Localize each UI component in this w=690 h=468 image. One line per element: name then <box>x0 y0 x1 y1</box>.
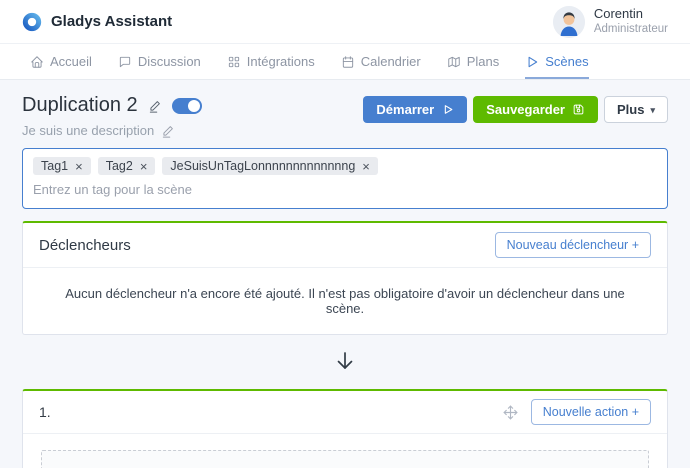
nav-label: Intégrations <box>246 54 315 69</box>
main-nav: Accueil Discussion Intégrations Calendri… <box>0 44 690 80</box>
move-handle-icon[interactable] <box>502 404 519 421</box>
gladys-logo-icon <box>22 12 42 32</box>
nav-label: Scènes <box>545 54 589 69</box>
remove-tag-icon[interactable]: × <box>362 160 370 173</box>
arrow-down-icon <box>337 352 353 369</box>
edit-title-icon[interactable] <box>148 99 162 113</box>
play-icon <box>525 55 539 69</box>
home-icon <box>30 55 44 69</box>
nav-label: Discussion <box>137 54 201 69</box>
tag-chip: Tag2 × <box>97 157 156 175</box>
play-icon <box>445 105 453 114</box>
nav-item-plans[interactable]: Plans <box>447 44 500 79</box>
new-trigger-button[interactable]: Nouveau déclencheur + <box>494 232 651 258</box>
save-scene-button[interactable]: Sauvegarder <box>473 96 598 123</box>
new-action-button[interactable]: Nouvelle action + <box>530 399 651 425</box>
triggers-title: Déclencheurs <box>39 236 131 254</box>
user-name: Corentin <box>593 6 643 22</box>
nav-item-scenes[interactable]: Scènes <box>525 44 589 79</box>
tag-chip: JeSuisUnTagLonnnnnnnnnnnnng × <box>162 157 378 175</box>
chevron-down-icon: ▾ <box>650 105 655 115</box>
app-title: Gladys Assistant <box>51 13 173 30</box>
scene-description: Je suis une description <box>22 123 155 138</box>
avatar <box>552 5 585 38</box>
user-menu[interactable]: Corentin Administrateur <box>552 5 668 38</box>
more-menu-button[interactable]: Plus ▾ <box>604 96 668 123</box>
edit-description-icon[interactable] <box>161 124 175 138</box>
nav-item-integrations[interactable]: Intégrations <box>227 44 315 79</box>
triggers-card: Déclencheurs Nouveau déclencheur + Aucun… <box>22 221 668 335</box>
scene-enabled-toggle[interactable] <box>171 97 202 114</box>
flow-arrow <box>22 335 668 383</box>
triggers-empty-message: Aucun déclencheur n'a encore été ajouté.… <box>65 286 625 316</box>
action-group-card: 1. Nouvelle action + <box>22 389 668 468</box>
page-title: Duplication 2 <box>22 94 138 116</box>
message-icon <box>118 55 132 69</box>
nav-label: Plans <box>466 54 500 69</box>
tag-chip: Tag1 × <box>33 157 91 175</box>
start-scene-button[interactable]: Démarrer <box>363 96 468 123</box>
nav-label: Accueil <box>50 54 92 69</box>
remove-tag-icon[interactable]: × <box>140 160 148 173</box>
nav-item-accueil[interactable]: Accueil <box>30 44 92 79</box>
nav-item-calendrier[interactable]: Calendrier <box>341 44 421 79</box>
tag-input[interactable] <box>33 182 657 197</box>
map-icon <box>447 55 461 69</box>
user-role: Administrateur <box>593 23 668 36</box>
action-dropzone[interactable] <box>41 450 649 468</box>
calendar-icon <box>341 55 355 69</box>
remove-tag-icon[interactable]: × <box>75 160 83 173</box>
action-group-label: 1. <box>39 404 51 420</box>
tag-editor[interactable]: Tag1 × Tag2 × JeSuisUnTagLonnnnnnnnnnnnn… <box>22 148 668 209</box>
grid-icon <box>227 55 241 69</box>
app-header: Gladys Assistant Corentin Administrateur <box>0 0 690 44</box>
nav-item-discussion[interactable]: Discussion <box>118 44 201 79</box>
brand-link[interactable]: Gladys Assistant <box>22 12 172 32</box>
scene-page: Duplication 2 Je suis une description Dé… <box>0 80 690 468</box>
save-icon <box>573 104 584 115</box>
nav-label: Calendrier <box>360 54 421 69</box>
